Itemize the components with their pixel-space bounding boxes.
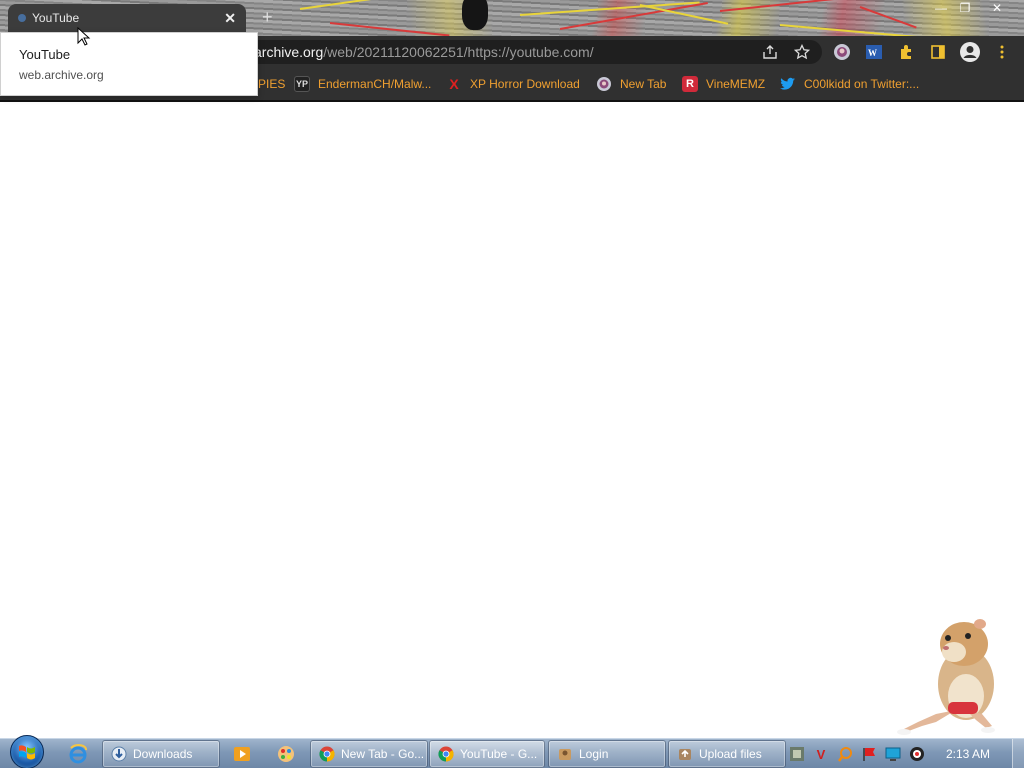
start-button[interactable] (7, 735, 47, 768)
address-bar[interactable]: archive.org/web/20211120062251/https://y… (240, 40, 822, 64)
wallpaper-streak (299, 0, 439, 10)
tray-search-icon[interactable] (836, 745, 854, 763)
restore-button[interactable]: ❐ (952, 0, 978, 16)
puzzle-extensions-icon[interactable] (896, 42, 916, 62)
bookmark-pies[interactable]: PIES (258, 68, 285, 100)
browser-titlebar: YouTube ✕ + — ❐ ✕ (0, 0, 1024, 36)
explorer-icon (111, 746, 127, 762)
wallpaper-blob (462, 0, 488, 30)
r-icon: R (682, 76, 698, 92)
tray-v-icon[interactable]: V (812, 745, 830, 763)
bookmark-label: EndermanCH/Malw... (318, 77, 432, 91)
bookmark-c00lkidd[interactable]: C00lkidd on Twitter:... (780, 68, 919, 100)
media-player-icon[interactable] (222, 740, 262, 768)
tab-close-icon[interactable]: ✕ (224, 10, 236, 27)
new-tab-button[interactable]: + (262, 7, 273, 28)
bookmark-label: New Tab (620, 77, 667, 91)
url-host: archive.org (254, 44, 324, 60)
show-desktop-button[interactable] (1012, 739, 1024, 768)
account-icon[interactable] (958, 40, 982, 64)
app-icon (557, 746, 573, 762)
wallpaper-streak (719, 0, 880, 12)
profile-extension-icon[interactable] (832, 42, 852, 62)
chrome-icon (438, 746, 454, 762)
bookmark-label: PIES (258, 77, 286, 91)
globe-icon (596, 76, 612, 92)
x-icon: X (449, 76, 459, 92)
taskbar-new-tab[interactable]: New Tab - Go... (310, 740, 428, 768)
tab-title: YouTube (32, 11, 80, 25)
minimize-button[interactable]: — (928, 0, 954, 16)
bookmark-xp-horror[interactable]: X XP Horror Download (446, 68, 580, 100)
tray-monitor-icon[interactable] (884, 745, 902, 763)
page-content-blank (0, 102, 1024, 738)
internet-explorer-icon[interactable] (58, 740, 98, 768)
side-panel-icon[interactable] (928, 42, 948, 62)
bookmark-label: VineMEMZ (706, 77, 766, 91)
menu-kebab-icon[interactable] (992, 42, 1012, 62)
star-icon[interactable] (792, 42, 812, 62)
taskbar-clock[interactable]: 2:13 AM (946, 739, 990, 768)
bookmark-label: XP Horror Download (470, 77, 580, 91)
hover-card-title: YouTube (19, 47, 71, 62)
paint-icon[interactable] (266, 740, 306, 768)
windows-logo-icon (10, 735, 44, 768)
share-icon[interactable] (760, 42, 780, 62)
tab-hover-card: YouTube web.archive.org (0, 32, 258, 96)
taskbar-button-label: Downloads (133, 747, 193, 761)
twitter-icon (780, 76, 796, 92)
wallpaper-streak (779, 24, 920, 36)
wp-extension-icon[interactable]: W (864, 42, 884, 62)
tray-flag-icon[interactable] (860, 745, 878, 763)
taskbar-login[interactable]: Login (548, 740, 666, 768)
taskbar-downloads[interactable]: Downloads (102, 740, 220, 768)
svg-text:W: W (868, 48, 877, 58)
taskbar-button-label: Login (579, 747, 609, 761)
taskbar-button-label: New Tab - Go... (341, 747, 425, 761)
tray-app-icon[interactable] (788, 745, 806, 763)
taskbar-upload-files[interactable]: Upload files (668, 740, 786, 768)
web-archive-favicon-icon (18, 14, 26, 22)
bookmark-label: C00lkidd on Twitter:... (804, 77, 920, 91)
hamster-desktop-pet-icon[interactable] (896, 614, 1008, 738)
bookmark-new-tab[interactable]: New Tab (596, 68, 666, 100)
chrome-icon (319, 746, 335, 762)
bookmark-endermanch[interactable]: YP EndermanCH/Malw... (294, 68, 431, 100)
bookmark-vinememz[interactable]: R VineMEMZ (682, 68, 765, 100)
hover-card-domain: web.archive.org (19, 68, 104, 82)
taskbar-button-label: Upload files (699, 747, 762, 761)
windows-taskbar: Downloads New Tab - Go... YouTube - G...… (0, 735, 1024, 768)
yp-icon: YP (294, 76, 310, 92)
close-window-button[interactable]: ✕ (984, 0, 1010, 16)
taskbar-youtube[interactable]: YouTube - G... (429, 740, 545, 768)
wallpaper-streak (329, 22, 450, 36)
tray-record-icon[interactable] (908, 745, 926, 763)
url-path: /web/20211120062251/https://youtube.com/ (323, 44, 594, 60)
taskbar-button-label: YouTube - G... (460, 747, 538, 761)
app-icon (677, 746, 693, 762)
browser-tab-youtube[interactable]: YouTube ✕ (8, 4, 246, 32)
mouse-cursor-icon (77, 27, 91, 46)
wallpaper-streak (859, 6, 917, 29)
